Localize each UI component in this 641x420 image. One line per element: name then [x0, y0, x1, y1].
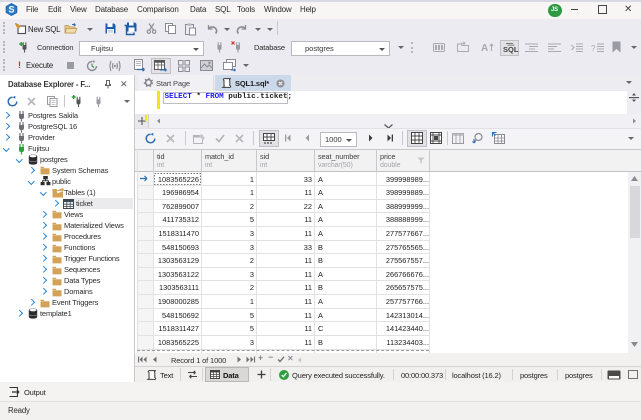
svg-text:A: A — [481, 43, 488, 54]
svg-text:SQL: SQL — [503, 45, 519, 54]
svg-text:S: S — [8, 5, 14, 15]
svg-text:?: ? — [591, 44, 596, 53]
